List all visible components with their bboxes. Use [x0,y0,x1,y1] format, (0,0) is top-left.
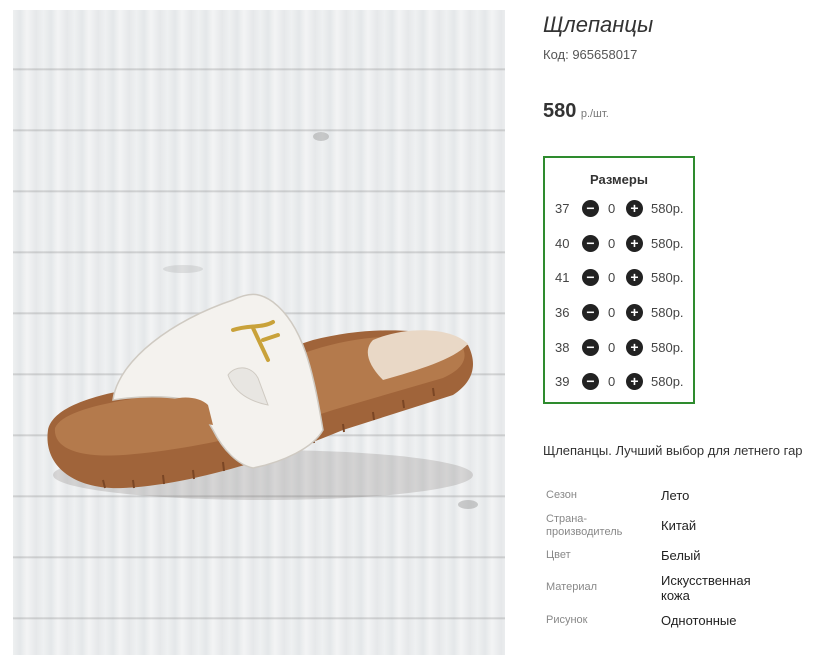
product-price: 580 р./шт. [543,100,609,123]
product-photo[interactable] [13,10,505,655]
size-price: 580р. [651,340,684,355]
property-value: Китай [661,518,697,533]
size-price: 580р. [651,270,684,285]
size-row: 38 − 0 + 580р. [545,338,697,358]
price-value: 580 [543,100,577,122]
property-value: Лето [661,488,690,503]
plus-circle-icon[interactable]: + [626,269,643,286]
minus-circle-icon[interactable]: − [582,269,599,286]
sizes-box: Размеры 37 − 0 + 580р. 40 − 0 + 580р. 41… [543,156,695,404]
size-label: 39 [555,374,570,389]
property-name: Рисунок [546,614,588,626]
size-row: 40 − 0 + 580р. [545,234,697,254]
size-quantity: 0 [608,270,616,285]
property-name: Цвет [546,549,571,561]
size-label: 38 [555,340,570,355]
size-price: 580р. [651,374,684,389]
minus-circle-icon[interactable]: − [582,339,599,356]
plus-circle-icon[interactable]: + [626,235,643,252]
size-row: 36 − 0 + 580р. [545,303,697,323]
property-value: Однотонные [661,613,737,628]
size-price: 580р. [651,201,684,216]
minus-circle-icon[interactable]: − [582,304,599,321]
size-label: 37 [555,201,570,216]
size-quantity: 0 [608,305,616,320]
size-row: 41 − 0 + 580р. [545,268,697,288]
property-name: Сезон [546,489,577,501]
minus-circle-icon[interactable]: − [582,373,599,390]
minus-circle-icon[interactable]: − [582,235,599,252]
price-unit: р./шт. [580,108,609,120]
property-name: Материал [546,581,597,593]
plus-circle-icon[interactable]: + [626,339,643,356]
plus-circle-icon[interactable]: + [626,304,643,321]
plus-circle-icon[interactable]: + [626,373,643,390]
size-label: 40 [555,236,570,251]
size-quantity: 0 [608,374,616,389]
size-quantity: 0 [608,236,616,251]
sizes-heading: Размеры [590,172,648,187]
property-value: Белый [661,548,701,563]
slipper-illustration [47,293,474,500]
product-description: Щлепанцы. Лучший выбор для летнего гар [543,443,803,458]
size-row: 39 − 0 + 580р. [545,372,697,392]
plus-circle-icon[interactable]: + [626,200,643,217]
size-price: 580р. [651,236,684,251]
product-title: Щлепанцы [543,12,654,37]
size-label: 41 [555,270,570,285]
property-name: Страна- производитель [546,513,623,538]
size-quantity: 0 [608,340,616,355]
size-price: 580р. [651,305,684,320]
property-value: Искусственная кожа [661,573,751,603]
size-quantity: 0 [608,201,616,216]
size-row: 37 − 0 + 580р. [545,199,697,219]
product-code: Код: 965658017 [543,47,638,62]
minus-circle-icon[interactable]: − [582,200,599,217]
size-label: 36 [555,305,570,320]
